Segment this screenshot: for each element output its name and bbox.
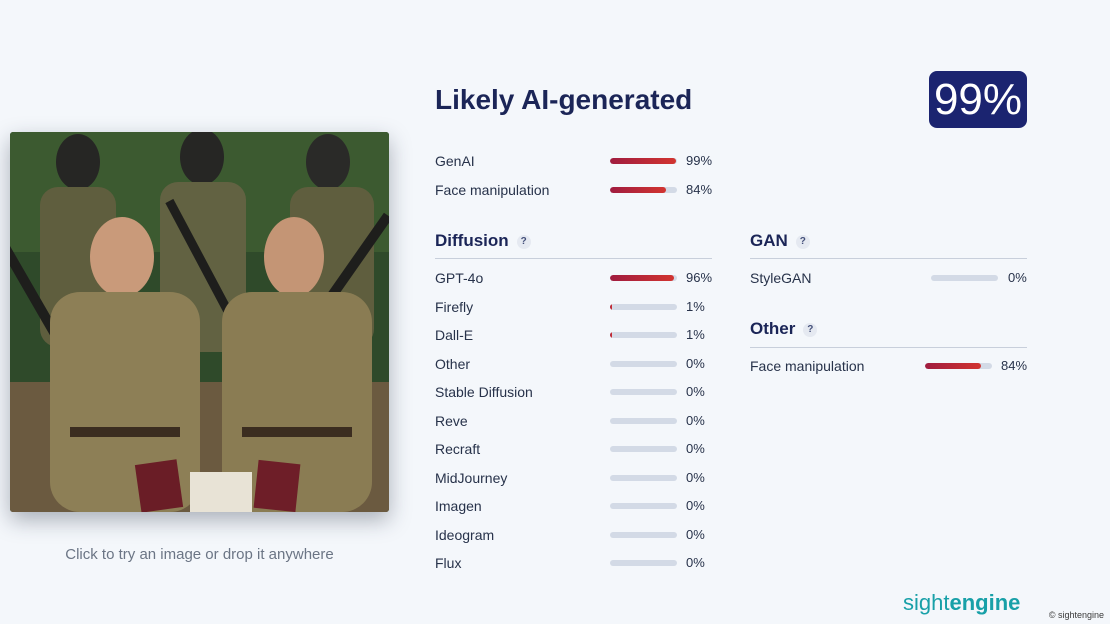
- score-bar-track: [610, 417, 677, 424]
- score-row-percent: 1%: [686, 327, 705, 342]
- score-row: Recraft 0%: [435, 440, 726, 460]
- score-row-percent: 0%: [686, 355, 705, 371]
- score-row: StyleGAN 0%: [750, 269, 1048, 289]
- brand-part2: engine: [949, 590, 1021, 615]
- score-row: Ideogram 0%: [435, 526, 726, 546]
- score-row-percent: 84%: [686, 181, 713, 197]
- score-row-percent: 0%: [686, 498, 705, 513]
- score-row-label: GPT-4o: [435, 270, 484, 286]
- score-bar-track: [610, 531, 677, 538]
- score-bar-fill: [610, 332, 612, 338]
- score-row: MidJourney 0%: [435, 469, 726, 489]
- score-row-percent: 0%: [686, 412, 705, 428]
- analyzed-image[interactable]: [10, 132, 389, 512]
- analyzed-image-illustration: [10, 132, 389, 512]
- score-badge: 99%: [929, 71, 1027, 128]
- score-bar-fill: [610, 158, 677, 164]
- score-bar-track: [610, 474, 677, 481]
- score-bar-track: [931, 275, 998, 281]
- score-bar-fill: [610, 186, 667, 193]
- score-bar-track: [610, 560, 677, 566]
- score-row-label: Flux: [435, 555, 462, 571]
- upload-hint[interactable]: Click to try an image or drop it anywher…: [10, 546, 389, 563]
- score-row: GenAI 99%: [435, 152, 726, 172]
- score-row: Stable Diffusion 0%: [435, 383, 726, 403]
- score-row: Face manipulation 84%: [435, 181, 726, 201]
- score-row-label: MidJourney: [435, 469, 508, 486]
- score-row-label: Face manipulation: [750, 358, 865, 374]
- score-bar-track: [610, 360, 677, 367]
- score-row-percent: 0%: [686, 526, 705, 542]
- other-help-icon[interactable]: ?: [803, 323, 818, 337]
- score-row: Flux 0%: [435, 554, 726, 574]
- score-bar-track: [610, 158, 677, 164]
- score-row-percent: 1%: [686, 298, 705, 314]
- score-bar-track: [610, 389, 677, 395]
- score-row-percent: 0%: [686, 384, 705, 399]
- score-row: Reve 0%: [435, 412, 726, 432]
- score-row-percent: 96%: [686, 270, 713, 285]
- score-bar-fill: [610, 303, 612, 310]
- score-row: Dall-E 1%: [435, 326, 726, 346]
- score-row: Face manipulation 84%: [750, 357, 1041, 377]
- brand-logo[interactable]: sightengine: [903, 590, 1020, 616]
- score-row: GPT-4o 96%: [435, 269, 726, 289]
- other-divider: [750, 347, 1027, 348]
- score-bar-track: [925, 363, 992, 369]
- score-row-label: Reve: [435, 412, 468, 429]
- diffusion-help-icon[interactable]: ?: [516, 235, 531, 249]
- score-row-percent: 99%: [686, 153, 713, 168]
- score-row-label: Recraft: [435, 441, 481, 457]
- score-row-label: Stable Diffusion: [435, 384, 533, 400]
- score-row-label: Imagen: [435, 498, 482, 514]
- score-bar-track: [610, 303, 677, 310]
- score-bar-fill: [925, 363, 982, 369]
- score-row-label: Dall-E: [435, 327, 474, 343]
- score-bar-track: [610, 446, 677, 452]
- score-row-label: Other: [435, 355, 471, 372]
- diffusion-divider: [435, 258, 712, 259]
- score-bar-track: [610, 275, 677, 281]
- score-row-label: StyleGAN: [750, 270, 812, 286]
- score-row-percent: 0%: [686, 555, 705, 570]
- gan-title-text: GAN: [750, 231, 788, 250]
- score-row-percent: 0%: [1008, 270, 1027, 285]
- gan-section-title: GAN?: [750, 231, 810, 251]
- gan-divider: [750, 258, 1027, 259]
- score-row-percent: 84%: [1001, 358, 1028, 373]
- score-row-label: Face manipulation: [435, 181, 550, 198]
- score-bar-track: [610, 503, 677, 509]
- gan-help-icon[interactable]: ?: [795, 235, 810, 249]
- diffusion-title-text: Diffusion: [435, 231, 509, 250]
- score-row: Firefly 1%: [435, 298, 726, 318]
- score-bar-track: [610, 332, 677, 338]
- score-row-label: Firefly: [435, 298, 474, 315]
- copyright-notice: © sightengine: [1048, 610, 1104, 620]
- score-row: Imagen 0%: [435, 497, 726, 517]
- score-row: Other 0%: [435, 355, 726, 375]
- score-row-percent: 0%: [686, 469, 705, 485]
- score-row-percent: 0%: [686, 441, 705, 456]
- brand-part1: sight: [903, 590, 950, 615]
- score-row-label: Ideogram: [435, 526, 495, 543]
- other-title-text: Other: [750, 319, 796, 338]
- diffusion-section-title: Diffusion?: [435, 231, 531, 251]
- score-row-label: GenAI: [435, 153, 475, 169]
- score-bar-track: [610, 186, 677, 193]
- score-bar-fill: [610, 275, 675, 281]
- other-section-title: Other?: [750, 319, 818, 339]
- verdict-title: Likely AI-generated: [435, 84, 693, 115]
